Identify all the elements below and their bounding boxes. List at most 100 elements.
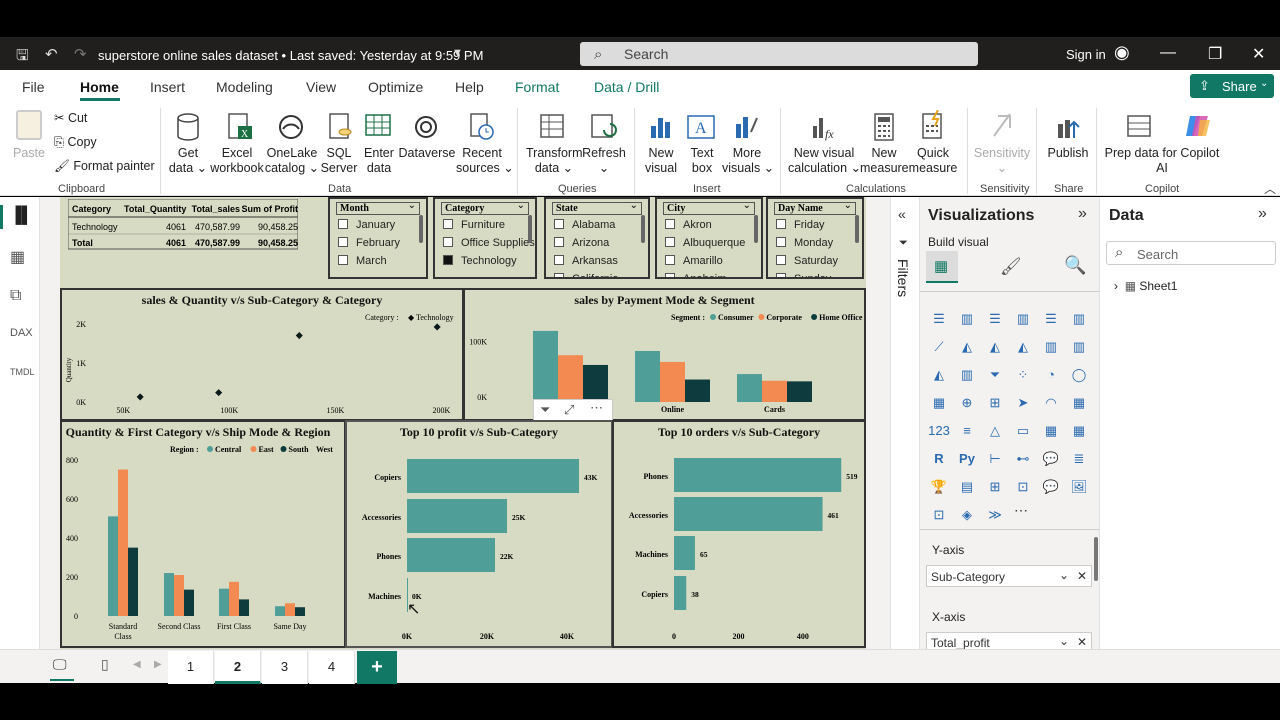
transform-data-button[interactable]: Transform data ⌄ — [526, 146, 583, 176]
chevron-down-icon[interactable]: ⌄ — [1059, 568, 1069, 582]
tmdl-view-icon[interactable]: TMDL — [10, 367, 35, 377]
prep-data-copilot-button[interactable]: Prep data for Copilot AI — [1102, 146, 1222, 176]
checkbox[interactable] — [665, 219, 675, 229]
donut-visual-icon[interactable]: ◯ — [1068, 364, 1090, 386]
quick-measure-button[interactable]: Quick measure — [908, 146, 958, 176]
stacked-column-visual-icon[interactable]: ▥ — [956, 308, 978, 330]
slicer-item[interactable]: Arizona — [554, 237, 609, 249]
refresh-button[interactable]: Refresh ⌄ — [582, 146, 626, 176]
slicer-header[interactable]: State ⌄ — [552, 200, 642, 215]
waterfall-visual-icon[interactable]: ▥ — [956, 364, 978, 386]
account-icon[interactable]: ◉ — [1114, 42, 1130, 63]
page-tab-1[interactable]: 1 — [168, 651, 214, 684]
orders-visual[interactable]: Top 10 orders v/s Sub-Category Phones 519… — [612, 420, 866, 648]
tab-file[interactable]: File — [22, 79, 45, 95]
clustered-column-visual-icon[interactable]: ▥ — [1012, 308, 1034, 330]
pane-scrollbar[interactable] — [1094, 537, 1098, 581]
r-visual-visual-icon[interactable]: R — [928, 448, 950, 470]
summary-table[interactable]: Category Total_Quantity Total_sales Sum of … — [67, 198, 299, 251]
format-visual-icon[interactable]: 🖌 — [1000, 257, 1022, 277]
key-influencers-visual-icon[interactable]: ⊢ — [984, 448, 1006, 470]
checkbox[interactable] — [443, 237, 453, 247]
chevron-down-icon[interactable]: ⌄ — [630, 200, 638, 211]
page-tab-3[interactable]: 3 — [262, 651, 308, 684]
scatter-visual-icon[interactable]: ⁘ — [1012, 364, 1034, 386]
chevron-visual-visual-icon[interactable]: ≫ — [984, 504, 1006, 526]
chevron-down-icon[interactable]: ⌄ — [1059, 634, 1069, 648]
tab-home[interactable]: Home — [80, 79, 119, 95]
get-data-button[interactable]: Get data ⌄ — [166, 146, 210, 176]
line-visual-icon[interactable]: ⟋ — [928, 336, 950, 358]
qa-visual-icon[interactable]: 💬 — [1040, 448, 1062, 470]
sign-in-link[interactable]: Sign in — [1066, 47, 1106, 62]
table-view-icon[interactable]: ▦ — [10, 247, 25, 267]
report-view-icon[interactable]: ▐▌ — [10, 207, 33, 225]
tab-format[interactable]: Format — [515, 79, 559, 95]
slicer-item[interactable]: February — [338, 237, 400, 249]
undo-icon[interactable]: ↶ — [45, 45, 58, 63]
gauge-visual-icon[interactable]: ◠ — [1040, 392, 1062, 414]
area-visual-icon[interactable]: ◭ — [956, 336, 978, 358]
add-page-button[interactable]: + — [357, 651, 397, 684]
remove-field-icon[interactable]: ✕ — [1077, 569, 1087, 583]
day-name-slicer[interactable]: Day Name ⌄ Friday Monday Saturday Sunday — [766, 197, 864, 279]
global-search-box[interactable]: ⌕ Search — [580, 42, 978, 66]
checkbox[interactable] — [338, 219, 348, 229]
smart-narrative-visual-icon[interactable]: ≣ — [1068, 448, 1090, 470]
slicer-item[interactable]: Arkansas — [554, 255, 618, 267]
diamond-visual-visual-icon[interactable]: ◈ — [956, 504, 978, 526]
slicer-item[interactable]: Technology — [443, 255, 517, 267]
shipmode-visual[interactable]: Quantity & First Category v/s Ship Mode … — [60, 420, 346, 648]
card-new-visual-icon[interactable]: ▦ — [1068, 392, 1090, 414]
image-visual-icon[interactable]: 🖼 — [1068, 476, 1090, 498]
slicer-header[interactable]: Day Name ⌄ — [774, 200, 856, 215]
power-automate-visual-icon[interactable]: ⊡ — [1012, 476, 1034, 498]
tab-data-drill[interactable]: Data / Drill — [594, 79, 659, 95]
maximize-icon[interactable]: ❐ — [1208, 44, 1222, 64]
mobile-layout-icon[interactable]: ▯ — [101, 656, 109, 673]
decomposition-tree-visual-icon[interactable]: ⊷ — [1012, 448, 1034, 470]
slicer-item[interactable]: Anaheim — [665, 273, 726, 277]
tab-optimize[interactable]: Optimize — [368, 79, 423, 95]
matrix-visual-icon[interactable]: ▦ — [1068, 420, 1090, 442]
excel-workbook-button[interactable]: Excel workbook — [208, 146, 266, 176]
slicer-item[interactable]: Albuquerque — [665, 237, 745, 249]
chevron-down-icon[interactable]: ⌄ — [844, 200, 852, 211]
slicer-scrollbar[interactable] — [419, 215, 423, 243]
collapse-pane-icon[interactable]: » — [1258, 205, 1267, 223]
recent-sources-button[interactable]: Recent sources ⌄ — [456, 146, 514, 176]
slicer-item[interactable]: Furniture — [443, 219, 505, 231]
new-visual-button[interactable]: New visual — [642, 146, 680, 176]
slicer-item[interactable]: January — [338, 219, 395, 231]
slicer-item[interactable]: Friday — [776, 219, 825, 231]
checkbox[interactable] — [776, 255, 786, 265]
state-slicer[interactable]: State ⌄ Alabama Arizona Arkansas California — [544, 197, 650, 279]
map-visual-icon[interactable]: ⊕ — [956, 392, 978, 414]
model-view-icon[interactable]: ⧉ — [10, 287, 21, 305]
checkbox[interactable] — [338, 255, 348, 265]
format-painter-button[interactable]: 🖌 Format painter — [54, 159, 155, 174]
chevron-down-icon[interactable]: ▼ — [452, 47, 463, 59]
data-search-input[interactable]: ⌕ Search — [1106, 241, 1276, 265]
dataverse-button[interactable]: Dataverse — [398, 146, 456, 161]
tab-view[interactable]: View — [306, 79, 336, 95]
chevron-down-icon[interactable]: ⌄ — [408, 200, 416, 211]
funnel-visual-icon[interactable]: ⏷ — [984, 364, 1006, 386]
checkbox[interactable] — [554, 237, 564, 247]
checkbox[interactable] — [338, 237, 348, 247]
checkbox[interactable] — [776, 273, 786, 277]
slicer-scrollbar[interactable] — [754, 215, 758, 243]
metrics-visual-icon[interactable]: 🏆 — [928, 476, 950, 498]
y-axis-field-well[interactable]: Sub-Category ⌄ ✕ — [926, 565, 1092, 587]
text-box-button[interactable]: Text box — [684, 146, 720, 176]
column-100-visual-icon[interactable]: ▥ — [1068, 308, 1090, 330]
azure-map-visual-icon[interactable]: ➤ — [1012, 392, 1034, 414]
minimize-icon[interactable]: — — [1160, 44, 1176, 62]
bar-100-visual-icon[interactable]: ☰ — [1040, 308, 1062, 330]
cut-button[interactable]: ✂ Cut — [54, 111, 87, 126]
checkbox[interactable] — [776, 219, 786, 229]
checkbox[interactable] — [665, 255, 675, 265]
enter-data-button[interactable]: Enter data — [360, 146, 398, 176]
paginated-visual-icon[interactable]: ▤ — [956, 476, 978, 498]
slicer-header[interactable]: Category ⌄ — [441, 200, 529, 215]
